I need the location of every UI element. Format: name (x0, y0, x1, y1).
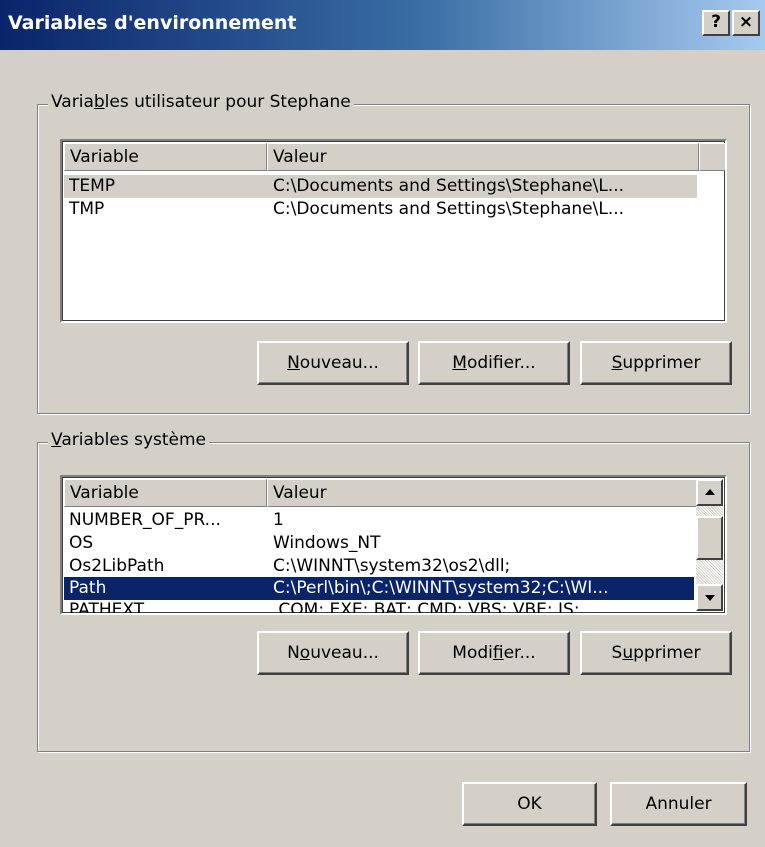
column-header-value[interactable]: Valeur (267, 143, 699, 171)
list-header: Variable Valeur (64, 479, 697, 507)
scroll-down-button[interactable] (696, 584, 723, 611)
variable-name: NUMBER_OF_PR... (69, 510, 221, 530)
user-variables-legend: Variables utilisateur pour Stephane (48, 92, 354, 112)
variable-name: OS (69, 533, 94, 553)
variable-value: .COM;.EXE;.BAT;.CMD;.VBS;.VBE;.JS;.... (273, 600, 602, 615)
variable-value: C:\Documents and Settings\Stephane\L... (273, 199, 625, 219)
list-row[interactable]: PATHEXT .COM;.EXE;.BAT;.CMD;.VBS;.VBE;.J… (64, 599, 694, 615)
system-variables-group: Variables système Variable Valeur NUMBER… (37, 430, 750, 752)
variable-name: TMP (69, 199, 105, 219)
list-row[interactable]: NUMBER_OF_PR... 1 (64, 509, 694, 532)
variable-name: Path (69, 578, 107, 598)
variable-value: C:\Perl\bin\;C:\WINNT\system32;C:\WI... (273, 578, 609, 598)
variable-value: C:\Documents and Settings\Stephane\L... (273, 176, 625, 196)
close-button[interactable]: × (732, 10, 760, 36)
variable-name: Os2LibPath (69, 556, 165, 576)
system-variables-list[interactable]: Variable Valeur NUMBER_OF_PR... 1 OS Win… (60, 475, 727, 615)
variable-value: 1 (273, 510, 284, 530)
environment-variables-dialog: Variables d'environnement ? × Variables … (0, 0, 765, 847)
system-delete-button[interactable]: Supprimer (580, 631, 732, 675)
user-variables-group: Variables utilisateur pour Stephane Vari… (37, 92, 750, 414)
variable-value: Windows_NT (273, 533, 381, 553)
variable-name: TEMP (69, 176, 116, 196)
list-row[interactable]: Os2LibPath C:\WINNT\system32\os2\dll; (64, 555, 694, 578)
column-header-value[interactable]: Valeur (267, 479, 697, 507)
system-edit-button[interactable]: Modifier... (418, 631, 570, 675)
system-variables-legend: Variables système (48, 430, 210, 450)
variable-value: C:\WINNT\system32\os2\dll; (273, 556, 511, 576)
scroll-thumb[interactable] (696, 516, 723, 560)
system-new-button[interactable]: Nouveau... (257, 631, 409, 675)
column-header-variable[interactable]: Variable (64, 143, 267, 171)
variable-name: PATHEXT (69, 600, 145, 615)
arrow-up-icon (705, 489, 715, 495)
window-title: Variables d'environnement (8, 12, 297, 34)
list-row[interactable]: Path C:\Perl\bin\;C:\WINNT\system32;C:\W… (64, 577, 694, 600)
cancel-button[interactable]: Annuler (610, 782, 747, 826)
column-header-variable[interactable]: Variable (64, 479, 267, 507)
user-edit-button[interactable]: Modifier... (418, 341, 570, 385)
user-delete-button[interactable]: Supprimer (580, 341, 732, 385)
list-row[interactable]: OS Windows_NT (64, 532, 694, 555)
user-new-button[interactable]: Nouveau... (257, 341, 409, 385)
scroll-up-button[interactable] (696, 479, 723, 506)
arrow-down-icon (705, 595, 715, 601)
list-row[interactable]: TMP C:\Documents and Settings\Stephane\L… (64, 198, 697, 221)
column-header-filler (699, 143, 725, 171)
list-row[interactable]: TEMP C:\Documents and Settings\Stephane\… (64, 175, 697, 198)
user-variables-list[interactable]: Variable Valeur TEMP C:\Documents and Se… (60, 139, 727, 323)
ok-button[interactable]: OK (462, 782, 597, 826)
help-button[interactable]: ? (702, 10, 730, 36)
list-header: Variable Valeur (64, 143, 725, 171)
title-bar[interactable]: Variables d'environnement ? × (0, 0, 765, 50)
vertical-scrollbar[interactable] (696, 479, 723, 611)
